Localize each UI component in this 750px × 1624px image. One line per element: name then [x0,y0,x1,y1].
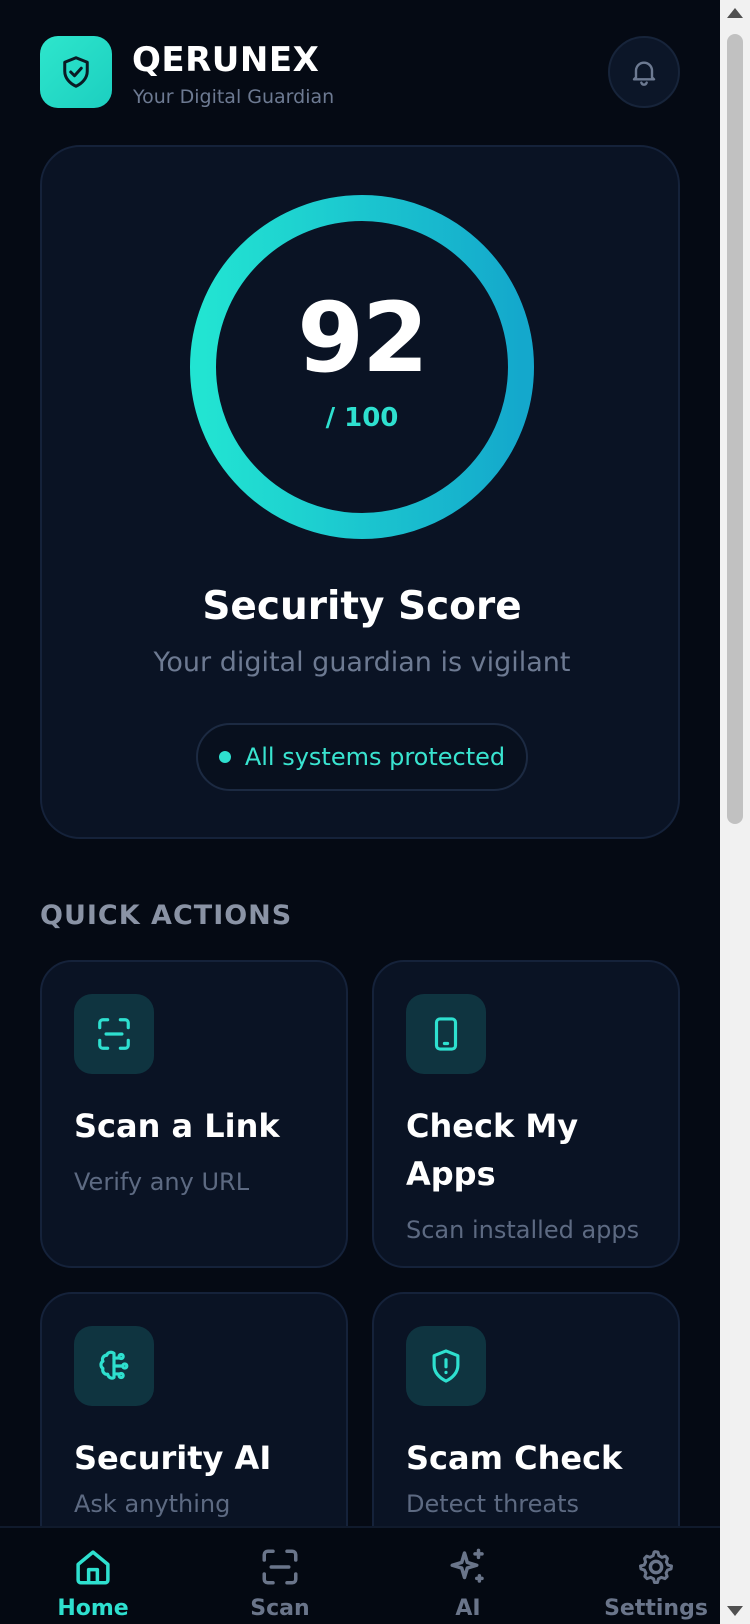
vertical-scrollbar[interactable] [720,0,750,1624]
action-title: Scam Check [406,1439,623,1477]
action-subtitle: Verify any URL [74,1168,250,1196]
nav-label: Scan [250,1596,310,1621]
nav-label: Home [57,1596,129,1621]
scroll-thumb[interactable] [727,34,743,824]
score-max: / 100 [325,403,399,433]
status-badge: All systems protected [196,723,528,791]
bell-icon [632,61,656,86]
scan-icon [262,1549,298,1585]
brand-name: QERUNEX [132,40,320,80]
home-icon [76,1550,110,1585]
action-title: Scan a Link [74,1107,280,1145]
smartphone-icon [434,1017,458,1051]
action-subtitle: Detect threats [406,1490,580,1518]
nav-item-home[interactable]: Home [3,1528,183,1624]
check-apps-card[interactable]: Check My Apps Scan installed apps [372,960,680,1268]
scan-link-card[interactable]: Scan a Link Verify any URL [40,960,348,1268]
score-title: Security Score [202,584,522,629]
sparkles-icon [450,1548,484,1583]
brand-tagline: Your Digital Guardian [133,86,335,108]
app-logo [40,36,112,108]
shield-alert-icon [432,1349,460,1383]
gear-icon [638,1550,674,1585]
scroll-down-arrow-icon[interactable] [727,1606,743,1616]
action-icon-wrap [406,994,486,1074]
security-score-card: 92 / 100 Security Score Your digital gua… [40,145,680,839]
nav-label: AI [455,1596,481,1621]
nav-label: Settings [604,1596,708,1621]
action-icon-wrap [74,994,154,1074]
app-viewport: QERUNEX Your Digital Guardian 92 / 100 S… [0,0,720,1624]
nav-item-ai[interactable]: AI [378,1528,558,1624]
status-text: All systems protected [244,743,506,771]
scan-icon [98,1018,130,1050]
action-subtitle: Scan installed apps [406,1216,640,1244]
shield-check-icon [63,56,89,88]
brain-icon [99,1350,129,1380]
scroll-up-arrow-icon[interactable] [727,8,743,18]
status-dot-icon [218,751,231,763]
action-icon-wrap [406,1326,486,1406]
quick-actions-title: QUICK ACTIONS [40,900,293,931]
action-subtitle: Ask anything [74,1490,231,1518]
notifications-button[interactable] [608,36,680,108]
score-value: 92 [297,282,429,394]
bottom-navigation: Home Scan AI Settings [0,1526,720,1624]
action-title: Check My Apps [406,1107,579,1193]
app-header: QERUNEX Your Digital Guardian [40,36,680,108]
action-icon-wrap [74,1326,154,1406]
nav-item-scan[interactable]: Scan [190,1528,370,1624]
action-title: Security AI [74,1439,272,1477]
score-subtitle: Your digital guardian is vigilant [153,647,571,678]
nav-item-settings[interactable]: Settings [566,1528,720,1624]
